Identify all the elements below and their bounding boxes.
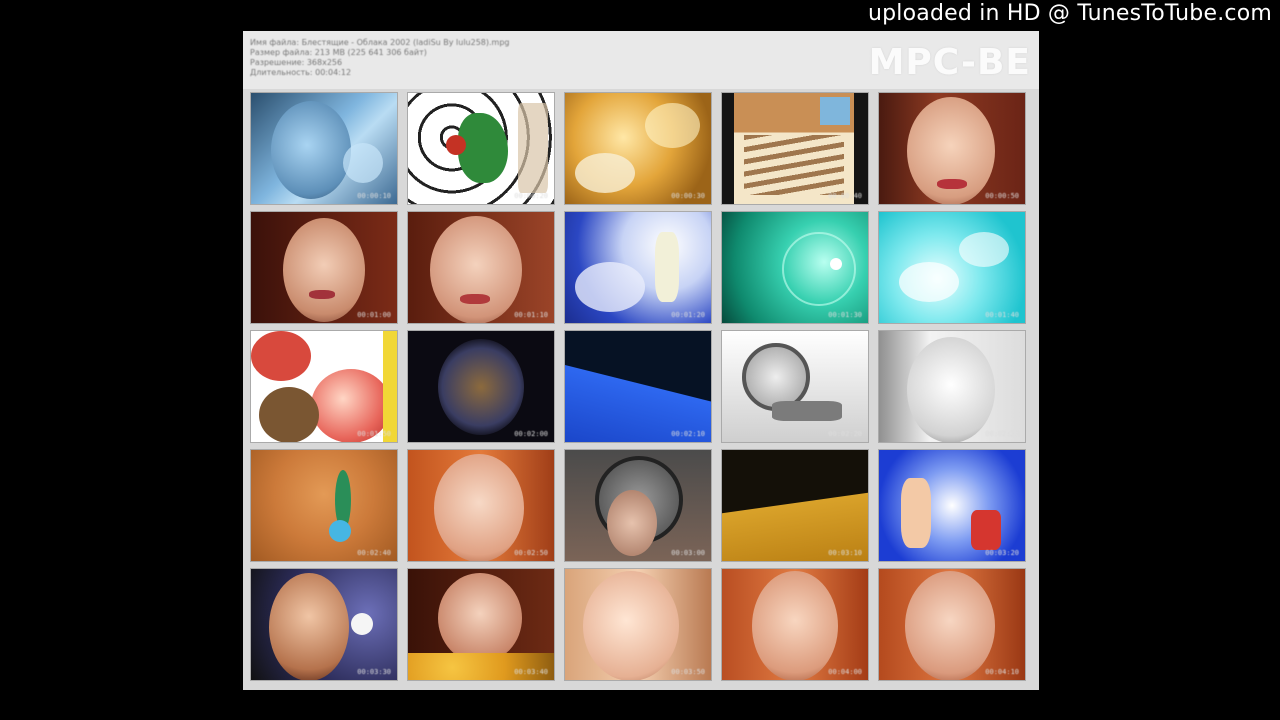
video-thumbnail: 00:00:40 [721, 92, 869, 205]
video-thumbnail: 00:02:10 [564, 330, 712, 443]
thumbnail-timestamp: 00:01:50 [357, 430, 391, 438]
thumbnail-timestamp: 00:03:40 [514, 668, 548, 676]
thumbnail-timestamp: 00:04:10 [985, 668, 1019, 676]
thumbnail-timestamp: 00:00:30 [671, 192, 705, 200]
thumbnail-timestamp: 00:02:50 [514, 549, 548, 557]
thumbnail-timestamp: 00:01:00 [357, 311, 391, 319]
thumbnail-timestamp: 00:03:50 [671, 668, 705, 676]
watermark-text: uploaded in HD @ TunesToTube.com [867, 1, 1272, 26]
thumbnail-timestamp: 00:00:50 [985, 192, 1019, 200]
video-thumbnail: 00:01:10 [407, 211, 555, 324]
thumbnail-timestamp: 00:03:30 [357, 668, 391, 676]
sheet-header: Имя файла: Блестящие - Облака 2002 (ladi… [243, 31, 1039, 89]
video-thumbnail: 00:04:00 [721, 568, 869, 681]
thumbnail-timestamp: 00:03:00 [671, 549, 705, 557]
thumbnail-timestamp: 00:00:40 [828, 192, 862, 200]
thumbnail-timestamp: 00:00:10 [357, 192, 391, 200]
thumbnail-timestamp: 00:02:00 [514, 430, 548, 438]
video-thumbnail: 00:01:20 [564, 211, 712, 324]
video-thumbnail: 00:00:30 [564, 92, 712, 205]
thumbnail-timestamp: 00:03:20 [985, 549, 1019, 557]
file-info-line: Длительность: 00:04:12 [250, 68, 352, 77]
video-thumbnail: 00:02:50 [407, 449, 555, 562]
video-thumbnail: 00:02:30 [878, 330, 1026, 443]
thumbnail-timestamp: 00:01:40 [985, 311, 1019, 319]
thumbnail-sheet: Имя файла: Блестящие - Облака 2002 (ladi… [243, 31, 1039, 690]
video-thumbnail: 00:00:10 [250, 92, 398, 205]
thumbnail-timestamp: 00:03:10 [828, 549, 862, 557]
video-thumbnail: 00:04:10 [878, 568, 1026, 681]
file-info-line: Имя файла: Блестящие - Облака 2002 (ladi… [250, 38, 510, 47]
video-thumbnail: 00:02:40 [250, 449, 398, 562]
file-info-line: Разрешение: 368x256 [250, 58, 343, 67]
thumbnail-timestamp: 00:02:10 [671, 430, 705, 438]
thumbnail-timestamp: 00:04:00 [828, 668, 862, 676]
video-thumbnail: 00:01:00 [250, 211, 398, 324]
video-thumbnail: 00:00:50 [878, 92, 1026, 205]
thumbnail-timestamp: 00:01:30 [828, 311, 862, 319]
thumbnail-timestamp: 00:01:20 [671, 311, 705, 319]
video-thumbnail: 00:03:30 [250, 568, 398, 681]
video-thumbnail: 00:01:50 [250, 330, 398, 443]
file-info-line: Размер файла: 213 MB (225 641 306 байт) [250, 48, 427, 57]
file-info: Имя файла: Блестящие - Облака 2002 (ladi… [250, 38, 510, 78]
video-thumbnail: 00:03:00 [564, 449, 712, 562]
mpc-be-logo: MPC-BE [868, 42, 1031, 83]
thumbnail-timestamp: 00:02:30 [985, 430, 1019, 438]
video-thumbnail: 00:03:40 [407, 568, 555, 681]
video-thumbnail: 00:03:20 [878, 449, 1026, 562]
video-thumbnail: 00:01:30 [721, 211, 869, 324]
video-thumbnail: 00:02:00 [407, 330, 555, 443]
thumbnail-timestamp: 00:01:10 [514, 311, 548, 319]
video-thumbnail: 00:03:50 [564, 568, 712, 681]
thumbnail-timestamp: 00:00:20 [514, 192, 548, 200]
video-thumbnail: 00:01:40 [878, 211, 1026, 324]
video-thumbnail: 00:00:20 [407, 92, 555, 205]
thumbnail-timestamp: 00:02:40 [357, 549, 391, 557]
video-thumbnail: 00:03:10 [721, 449, 869, 562]
thumbnail-timestamp: 00:02:20 [828, 430, 862, 438]
video-thumbnail: 00:02:20 [721, 330, 869, 443]
